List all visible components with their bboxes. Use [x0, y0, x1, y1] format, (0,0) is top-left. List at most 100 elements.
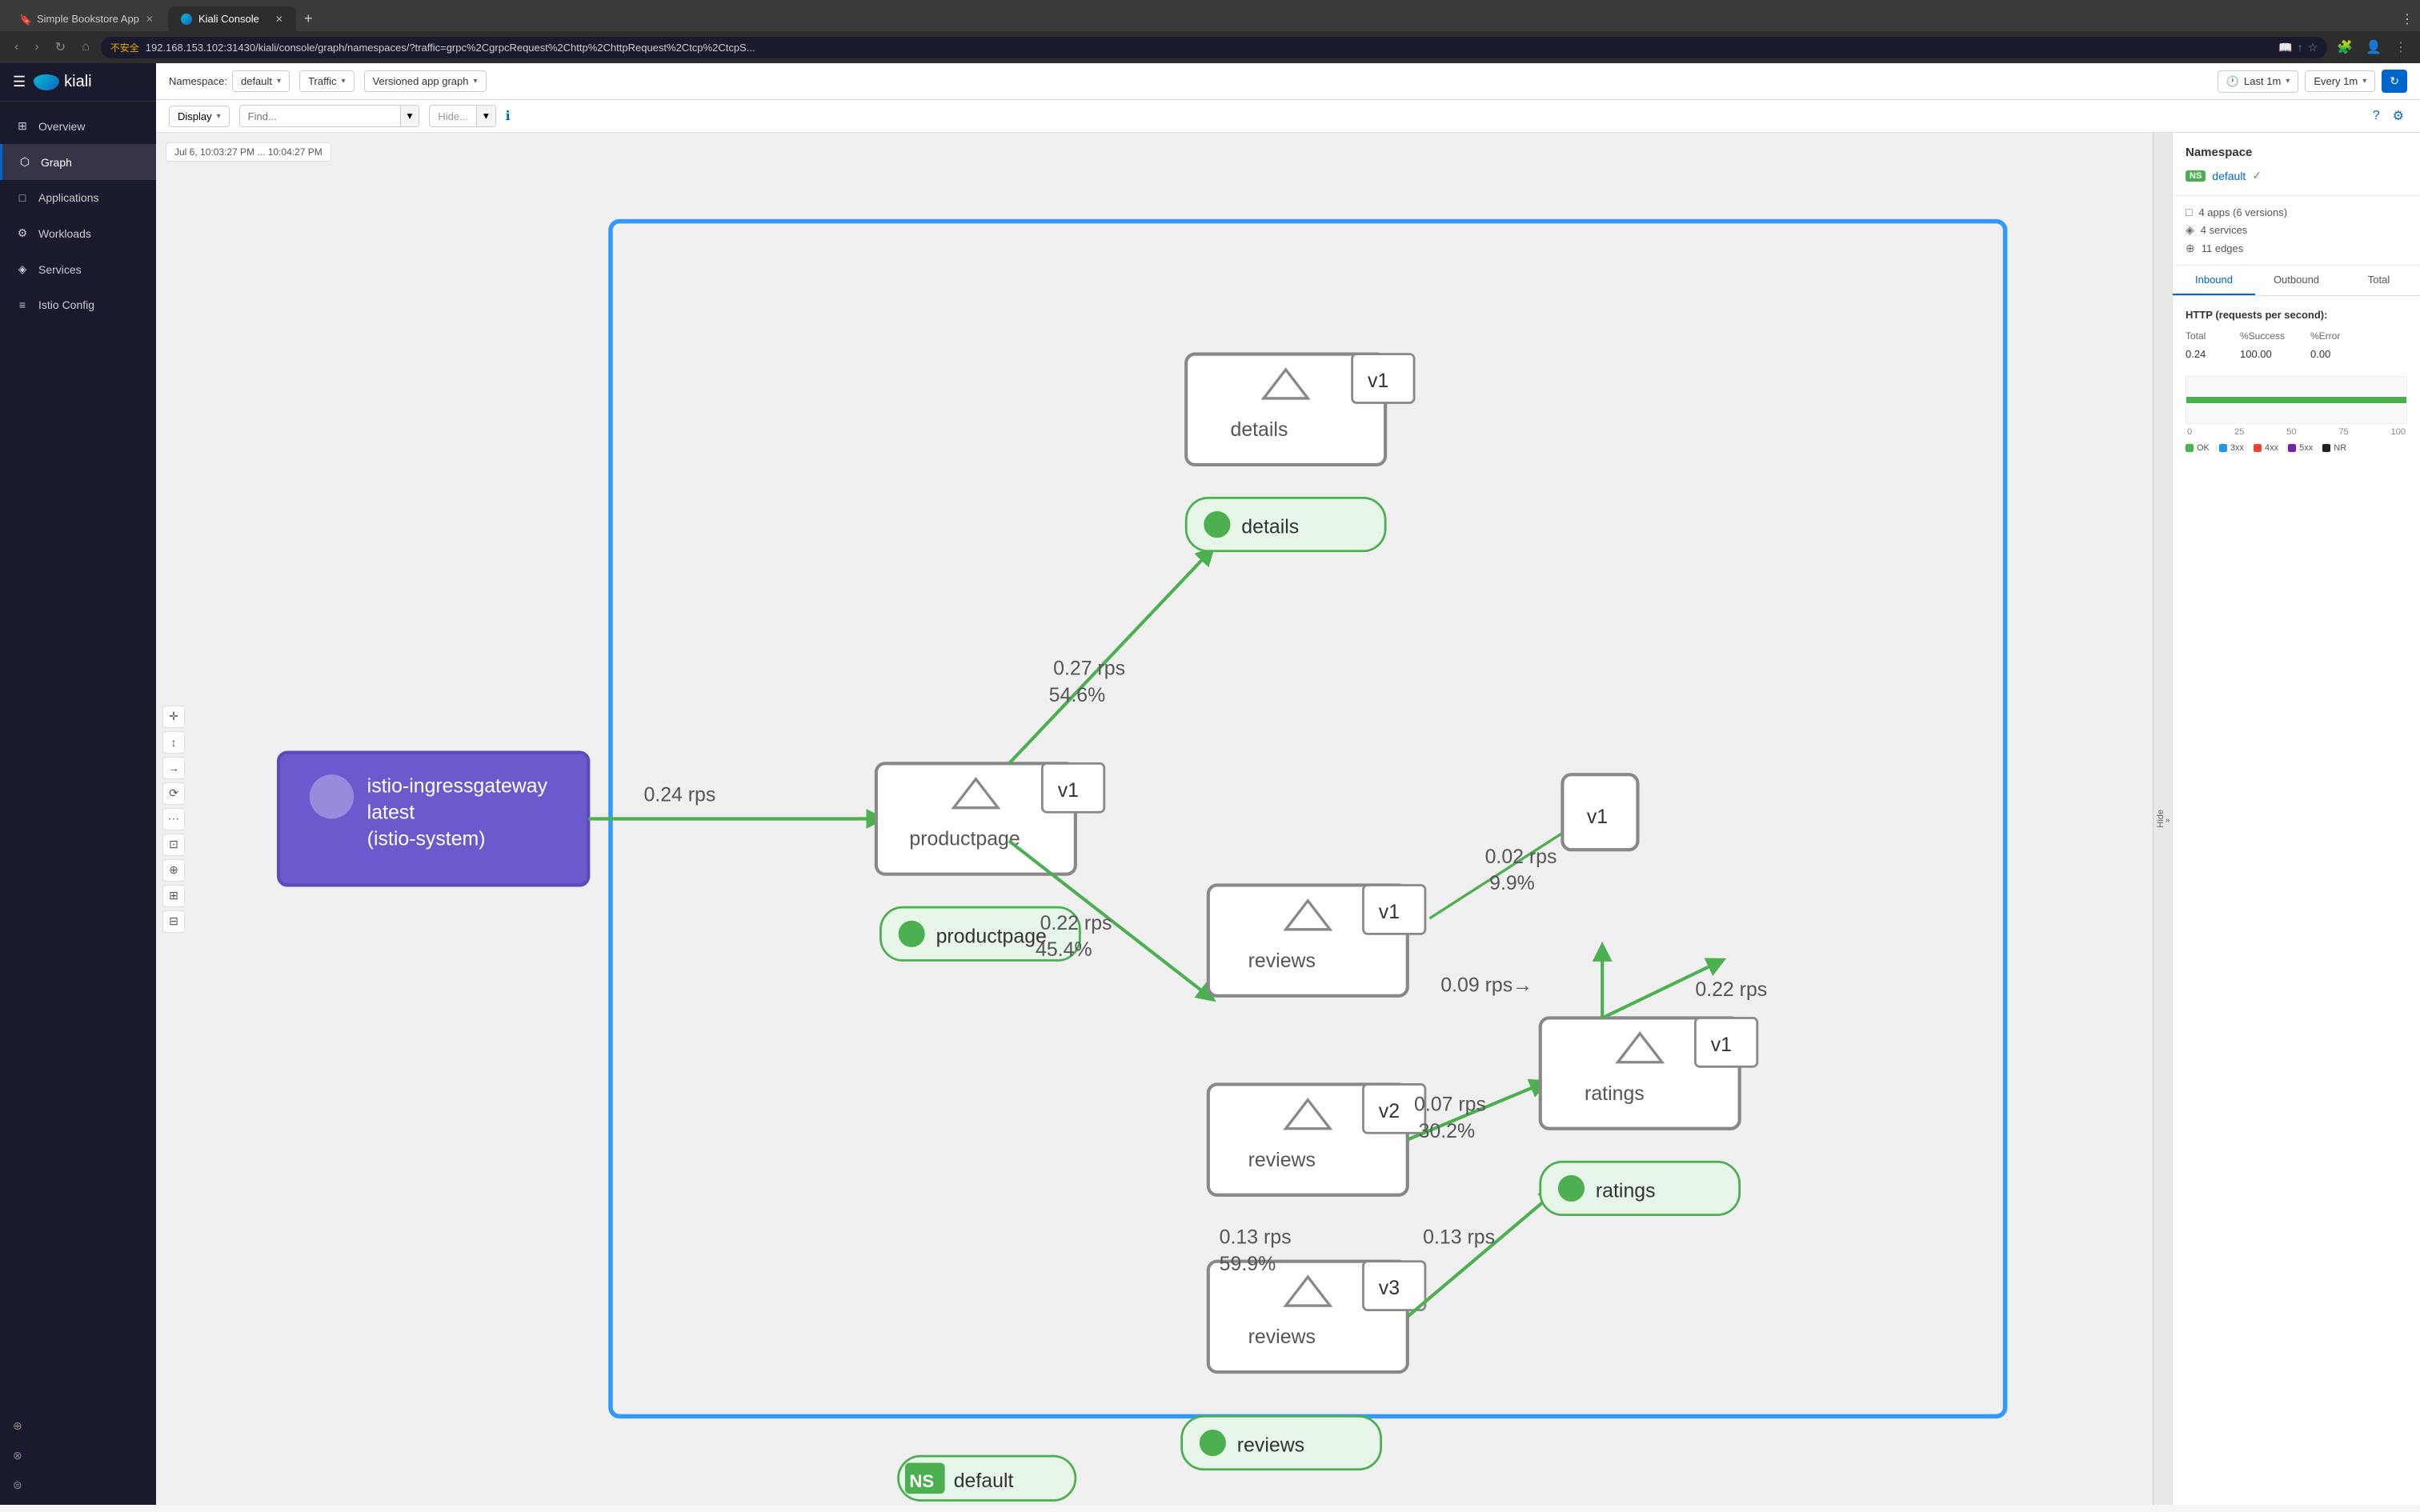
- tab-kiali[interactable]: Kiali Console ✕: [168, 6, 296, 31]
- namespace-dropdown[interactable]: default ▾: [232, 70, 290, 92]
- address-icons: 📖 ↑ ☆: [2278, 41, 2318, 54]
- legend-4xx-dot: [2254, 444, 2262, 452]
- sidebar-item-applications[interactable]: □ Applications: [0, 180, 156, 215]
- every-time-dropdown[interactable]: Every 1m ▾: [2305, 70, 2375, 92]
- home-button[interactable]: ⌂: [77, 37, 94, 58]
- layout-button1[interactable]: ⟳: [162, 782, 185, 805]
- find-input-group[interactable]: ▾: [239, 105, 420, 127]
- legend-button[interactable]: ⊟: [162, 910, 185, 933]
- traffic-label: Traffic: [308, 75, 336, 87]
- sidebar-item-label-workloads: Workloads: [38, 227, 91, 240]
- sidebar-item-istio-config[interactable]: ≡ Istio Config: [0, 287, 156, 322]
- hamburger-button[interactable]: ☰: [13, 74, 26, 90]
- edges-stat-value: 11 edges: [2202, 242, 2244, 254]
- graph-type-arrow-icon: ▾: [473, 77, 477, 86]
- reload-button[interactable]: ↻: [50, 36, 70, 58]
- info-icon[interactable]: ℹ: [506, 108, 511, 124]
- sidebar-header: ☰ kiali: [0, 63, 156, 102]
- tab-close-kiali[interactable]: ✕: [275, 14, 283, 25]
- metrics-row: 0.24 100.00 0.00: [2186, 348, 2407, 360]
- tab-favicon-kiali: [181, 14, 192, 25]
- sidebar-item-overview[interactable]: ⊞ Overview: [0, 108, 156, 144]
- svg-text:0.09 rps→: 0.09 rps→: [1440, 974, 1533, 996]
- toolbar-right: 🕐 Last 1m ▾ Every 1m ▾ ↻: [2218, 70, 2407, 93]
- graph-type-dropdown[interactable]: Versioned app graph ▾: [364, 70, 487, 92]
- tab-inbound[interactable]: Inbound: [2173, 266, 2255, 295]
- col-total: Total: [2186, 330, 2234, 342]
- refresh-button[interactable]: ↻: [2382, 70, 2407, 93]
- mesh-icon-btn[interactable]: ⊕: [6, 1413, 150, 1439]
- metrics-section: HTTP (requests per second): Total %Succe…: [2173, 296, 2420, 376]
- apps-stat: □ 4 apps (6 versions): [2186, 206, 2407, 218]
- second-toolbar: Display ▾ ▾ Hide... ▾ ℹ ? ⚙: [156, 100, 2420, 133]
- svg-text:30.2%: 30.2%: [1419, 1120, 1476, 1142]
- namespace-icon: NS: [2186, 170, 2206, 182]
- minimap-button[interactable]: ⊞: [162, 885, 185, 907]
- svg-text:54.6%: 54.6%: [1049, 684, 1106, 706]
- toolbar-right-icons: ? ⚙: [2370, 105, 2407, 127]
- settings-icon-btn[interactable]: ⊗: [6, 1442, 150, 1469]
- svg-text:details: details: [1230, 418, 1288, 441]
- hide-panel[interactable]: Hide »: [2153, 133, 2172, 1505]
- legend-5xx-dot: [2288, 444, 2296, 452]
- tab-total[interactable]: Total: [2338, 266, 2420, 295]
- namespace-name[interactable]: default: [2212, 170, 2246, 182]
- extensions-button[interactable]: 🧩: [2334, 36, 2356, 58]
- fit-graph-button[interactable]: ✛: [162, 706, 185, 728]
- traffic-dropdown[interactable]: Traffic ▾: [299, 70, 354, 92]
- sidebar-item-workloads[interactable]: ⚙ Workloads: [0, 215, 156, 251]
- graph-icon: ⬡: [18, 155, 31, 169]
- tab-outbound[interactable]: Outbound: [2255, 266, 2338, 295]
- namespace-arrow-icon: ▾: [277, 77, 281, 86]
- hide-placeholder: Hide...: [430, 106, 476, 126]
- graph-canvas[interactable]: Jul 6, 10:03:27 PM ... 10:04:27 PM istio…: [156, 133, 2172, 1505]
- services-stat-value: 4 services: [2201, 224, 2248, 236]
- find-input-arrow[interactable]: ▾: [400, 106, 419, 126]
- layout-button3[interactable]: ⊡: [162, 834, 185, 856]
- tab-bar-menu-icon[interactable]: ⋮: [2401, 11, 2414, 27]
- layout-button4[interactable]: ⊕: [162, 859, 185, 882]
- hide-arrow-btn[interactable]: ▾: [476, 106, 495, 126]
- graph-controls: ✛ ↕ → ⟳ ⋯ ⊡ ⊕ ⊞ ⊟: [162, 706, 185, 933]
- overview-icon: ⊞: [16, 119, 29, 133]
- settings-icon-btn[interactable]: ⚙: [2390, 105, 2407, 127]
- namespace-info: NS default ✓: [2186, 169, 2407, 182]
- map-icon-btn[interactable]: ⊜: [6, 1472, 150, 1498]
- chart-axis: 0 25 50 75 100: [2186, 427, 2407, 437]
- back-button[interactable]: ‹: [10, 37, 23, 58]
- chart-bar: [2186, 376, 2407, 424]
- hide-select-group[interactable]: Hide... ▾: [429, 105, 495, 127]
- sidebar-item-services[interactable]: ◈ Services: [0, 251, 156, 287]
- svg-text:v1: v1: [1379, 901, 1400, 923]
- share-icon[interactable]: ↑: [2298, 41, 2303, 54]
- address-bar[interactable]: 不安全 192.168.153.102:31430/kiali/console/…: [101, 37, 2327, 58]
- sidebar-item-graph[interactable]: ⬡ Graph: [0, 144, 156, 180]
- zoom-in-button[interactable]: ↕: [162, 731, 185, 754]
- svg-text:ratings: ratings: [1585, 1082, 1645, 1105]
- forward-button[interactable]: ›: [30, 37, 43, 58]
- help-icon-btn[interactable]: ?: [2370, 105, 2383, 127]
- layout-button2[interactable]: ⋯: [162, 808, 185, 830]
- new-tab-button[interactable]: +: [298, 7, 319, 30]
- find-input-field[interactable]: [240, 106, 400, 126]
- reader-icon[interactable]: 📖: [2278, 41, 2292, 54]
- display-dropdown[interactable]: Display ▾: [169, 106, 230, 127]
- namespace-value: default: [241, 75, 272, 87]
- bookmark-icon[interactable]: ☆: [2308, 41, 2318, 54]
- last-time-dropdown[interactable]: 🕐 Last 1m ▾: [2218, 70, 2298, 93]
- svg-text:0.24 rps: 0.24 rps: [643, 783, 715, 806]
- more-button[interactable]: ⋮: [2391, 36, 2410, 58]
- hide-panel-arrow: »: [2166, 816, 2170, 825]
- svg-text:0.22 rps: 0.22 rps: [1695, 978, 1767, 1001]
- display-arrow-icon: ▾: [217, 112, 221, 121]
- tab-close-bookstore[interactable]: ✕: [146, 14, 154, 25]
- zoom-out-button[interactable]: →: [162, 757, 185, 779]
- tab-simple-bookstore[interactable]: 🔖 Simple Bookstore App ✕: [6, 6, 166, 31]
- namespace-check-icon: ✓: [2252, 169, 2262, 182]
- tab-title-kiali: Kiali Console: [198, 13, 259, 25]
- profile-button[interactable]: 👤: [2362, 36, 2385, 58]
- services-stat-icon: ◈: [2186, 223, 2194, 237]
- main-content: Namespace: default ▾ Traffic ▾ Versioned…: [156, 63, 2420, 1505]
- kiali-icon: [34, 74, 59, 90]
- traffic-arrow-icon: ▾: [341, 77, 345, 86]
